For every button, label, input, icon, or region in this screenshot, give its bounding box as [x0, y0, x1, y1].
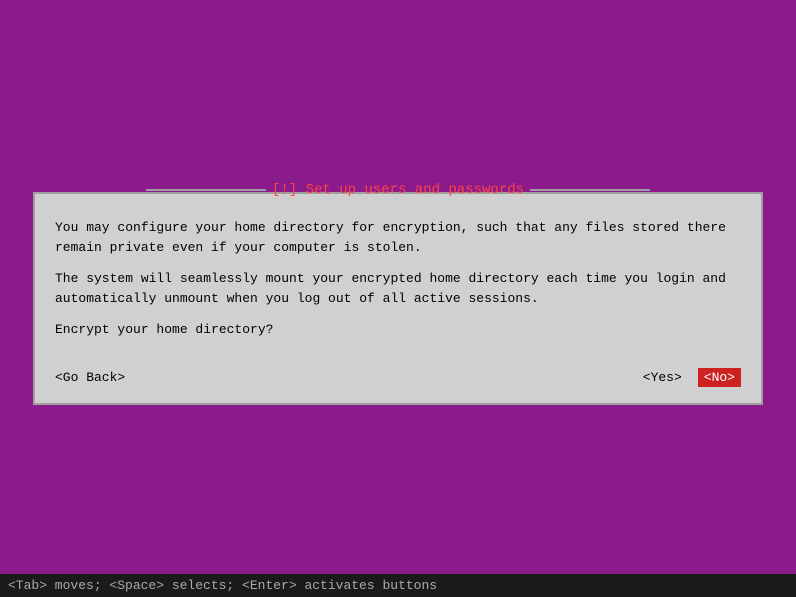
status-bar-text: <Tab> moves; <Space> selects; <Enter> ac…	[8, 578, 437, 593]
dialog-title-bar: [!] Set up users and passwords	[146, 182, 650, 198]
paragraph2: The system will seamlessly mount your en…	[55, 269, 741, 308]
title-line-left	[146, 189, 266, 191]
no-button[interactable]: <No>	[698, 368, 741, 387]
paragraph1: You may configure your home directory fo…	[55, 218, 741, 257]
status-bar: <Tab> moves; <Space> selects; <Enter> ac…	[0, 574, 796, 597]
right-buttons: <Yes> <No>	[643, 368, 741, 387]
dialog-title: [!] Set up users and passwords	[272, 182, 524, 198]
screen: [!] Set up users and passwords You may c…	[0, 0, 796, 597]
dialog-box: [!] Set up users and passwords You may c…	[33, 192, 763, 405]
title-line-right	[530, 189, 650, 191]
yes-button[interactable]: <Yes>	[643, 370, 682, 385]
dialog-content: You may configure your home directory fo…	[35, 194, 761, 356]
go-back-button[interactable]: <Go Back>	[55, 370, 125, 385]
encrypt-question: Encrypt your home directory?	[55, 320, 741, 340]
dialog-buttons: <Go Back> <Yes> <No>	[35, 356, 761, 403]
